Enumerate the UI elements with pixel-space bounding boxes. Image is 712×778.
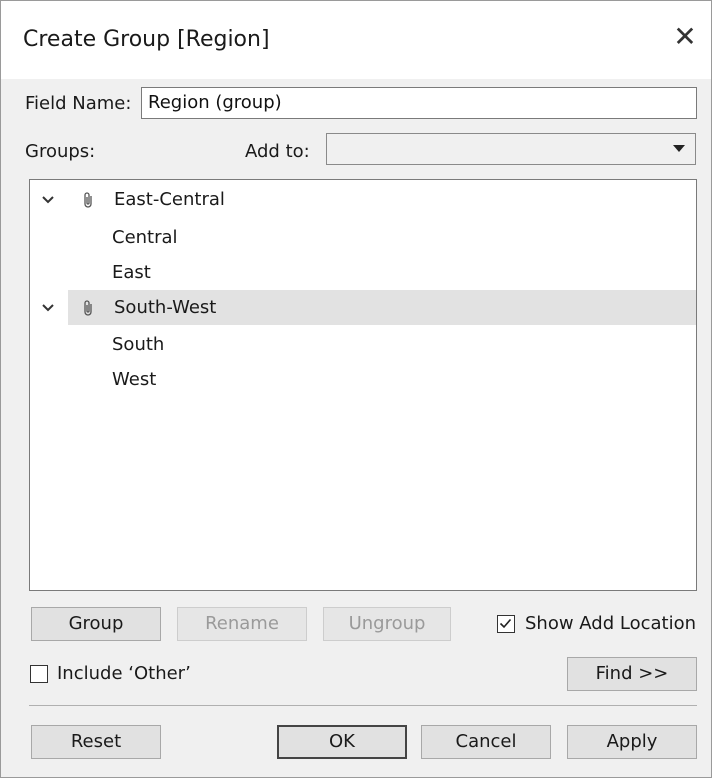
tree-group-row-selected[interactable]: South-West: [68, 290, 696, 325]
tree-member-row[interactable]: East: [30, 255, 696, 290]
reset-button[interactable]: Reset: [31, 725, 161, 759]
tree-member-row[interactable]: West: [30, 362, 696, 397]
chevron-down-icon: [673, 145, 685, 152]
show-add-location-label: Show Add Location: [525, 613, 696, 634]
ok-button[interactable]: OK: [277, 725, 407, 759]
checkmark-icon: [499, 618, 512, 629]
show-add-location-checkbox[interactable]: [497, 615, 515, 633]
rename-button[interactable]: Rename: [177, 607, 307, 641]
apply-button[interactable]: Apply: [567, 725, 697, 759]
groups-label: Groups:: [25, 141, 96, 162]
add-to-label: Add to:: [245, 141, 310, 162]
tree-member-label: South: [112, 334, 165, 355]
chevron-down-icon[interactable]: [40, 300, 56, 316]
paperclip-icon: [84, 300, 92, 316]
divider: [29, 705, 697, 706]
field-name-label: Field Name:: [25, 93, 132, 114]
include-other-checkbox[interactable]: [30, 665, 48, 683]
paperclip-icon: [84, 192, 92, 208]
tree-group-row[interactable]: East-Central: [30, 182, 696, 217]
find-button[interactable]: Find >>: [567, 657, 697, 691]
tree-member-label: West: [112, 369, 157, 390]
ungroup-button[interactable]: Ungroup: [323, 607, 451, 641]
add-to-select[interactable]: [326, 133, 696, 165]
tree-member-label: East: [112, 262, 151, 283]
title-bar: Create Group [Region] ✕: [1, 1, 711, 79]
include-other-label: Include ‘Other’: [57, 663, 191, 684]
tree-group-label: South-West: [114, 297, 217, 318]
chevron-down-icon[interactable]: [40, 192, 56, 208]
tree-member-label: Central: [112, 227, 178, 248]
groups-tree[interactable]: East-Central Central East South-West Sou…: [29, 179, 697, 591]
tree-group-label: East-Central: [114, 189, 225, 210]
group-button[interactable]: Group: [31, 607, 161, 641]
tree-member-row[interactable]: South: [30, 327, 696, 362]
field-name-input[interactable]: Region (group): [141, 87, 697, 119]
cancel-button[interactable]: Cancel: [421, 725, 551, 759]
tree-member-row[interactable]: Central: [30, 220, 696, 255]
dialog-title: Create Group [Region]: [23, 27, 270, 52]
close-icon[interactable]: ✕: [667, 19, 703, 55]
create-group-dialog: Create Group [Region] ✕ Field Name: Regi…: [0, 0, 712, 778]
